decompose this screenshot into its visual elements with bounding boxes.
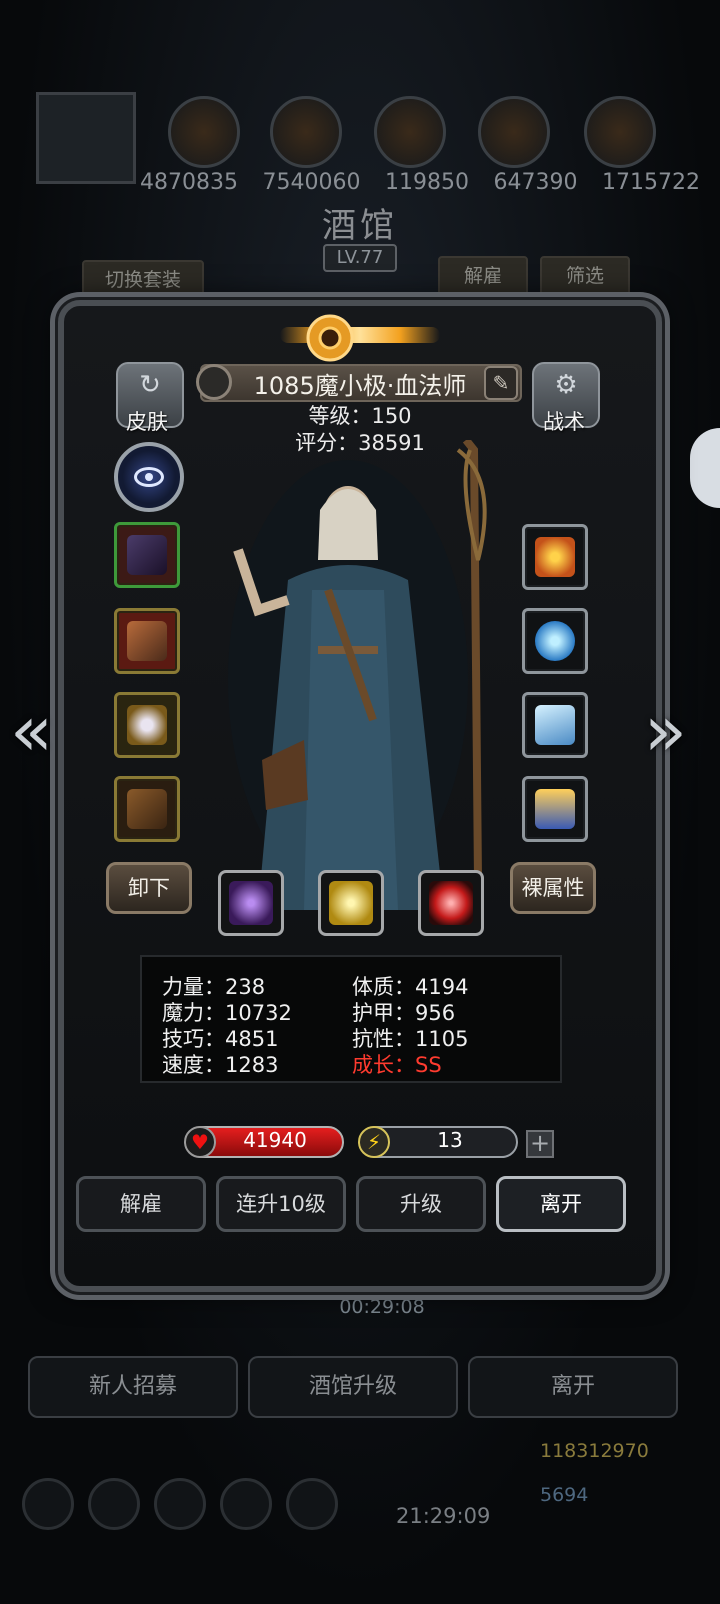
purple-gem-icon	[229, 881, 273, 925]
bg-leave-button[interactable]: 离开	[468, 1356, 678, 1418]
armor-icon	[127, 621, 167, 661]
equip-slot-shard[interactable]	[522, 692, 588, 758]
belt-icon	[127, 789, 167, 829]
crystal-orb-icon	[535, 621, 575, 661]
resource-icon	[168, 96, 240, 168]
staff-icon	[127, 535, 167, 575]
shirt-icon: ↻	[139, 370, 161, 400]
rank-medal-icon	[196, 364, 232, 400]
lantern-icon	[535, 789, 575, 829]
ice-shard-icon	[535, 705, 575, 745]
equip-slot-belt[interactable]	[114, 776, 180, 842]
resource-icon	[374, 96, 446, 168]
unequip-button[interactable]: 卸下	[106, 862, 192, 914]
dismiss-button[interactable]: 解雇	[76, 1176, 206, 1232]
energy-value: 13	[437, 1128, 463, 1152]
add-energy-button[interactable]: +	[526, 1130, 554, 1158]
bare-stats-button[interactable]: 裸属性	[510, 862, 596, 914]
equip-slot-staff[interactable]	[114, 522, 180, 588]
class-skill-eye-icon[interactable]	[114, 442, 184, 512]
previous-hero-arrow-icon[interactable]: «	[10, 690, 53, 772]
player-avatar	[36, 92, 136, 184]
equip-slot-orb[interactable]	[522, 608, 588, 674]
gear-icon: ⚙	[554, 370, 578, 400]
sun-emblem-icon	[306, 314, 354, 362]
amulet-icon	[127, 705, 167, 745]
resource-icon	[270, 96, 342, 168]
dock-icon[interactable]	[220, 1478, 272, 1530]
resource-icon	[584, 96, 656, 168]
hero-level: 等级：150	[308, 404, 412, 428]
hero-name: 1085魔小极·血法师	[253, 372, 467, 400]
equip-slot-amulet[interactable]	[114, 692, 180, 758]
clock: 21:29:09	[396, 1504, 491, 1528]
hero-portrait	[228, 440, 487, 910]
dock-icon[interactable]	[154, 1478, 206, 1530]
dock-icon[interactable]	[286, 1478, 338, 1530]
gem-slot-3[interactable]	[418, 870, 484, 936]
resource-values: 4870835 7540060 119850 647390 1715722	[140, 170, 700, 195]
rename-edit-icon[interactable]: ✎	[484, 366, 518, 400]
resource-icon	[478, 96, 550, 168]
tavern-level: LV.77	[323, 244, 397, 272]
dock-icon[interactable]	[88, 1478, 140, 1530]
leave-button[interactable]: 离开	[496, 1176, 626, 1232]
filter-button[interactable]: 筛选	[540, 256, 630, 296]
stat-speed: 速度：1283	[162, 1053, 279, 1077]
bg-dismiss-button[interactable]: 解雇	[438, 256, 528, 296]
stat-growth: 成长：SS	[352, 1053, 442, 1077]
gem-slot-1[interactable]	[218, 870, 284, 936]
gem-amount: 5694	[540, 1484, 589, 1506]
gem-slot-2[interactable]	[318, 870, 384, 936]
equip-slot-relic[interactable]	[522, 524, 588, 590]
next-hero-arrow-icon[interactable]: »	[644, 690, 687, 772]
red-gem-icon	[429, 881, 473, 925]
recruit-button[interactable]: 新人招募	[28, 1356, 238, 1418]
tavern-upgrade-button[interactable]: 酒馆升级	[248, 1356, 458, 1418]
gold-amount: 118312970	[540, 1440, 649, 1462]
switch-outfit-button[interactable]: 切换套装	[82, 260, 204, 300]
gold-gem-icon	[329, 881, 373, 925]
equip-slot-armor[interactable]	[114, 608, 180, 674]
level-up-button[interactable]: 升级	[356, 1176, 486, 1232]
fire-relic-icon	[535, 537, 575, 577]
tavern-timer: 00:29:08	[339, 1296, 425, 1318]
level-up-10-button[interactable]: 连升10级	[216, 1176, 346, 1232]
tavern-title: 酒馆	[322, 206, 398, 246]
dock-icon[interactable]	[22, 1478, 74, 1530]
equip-slot-lantern[interactable]	[522, 776, 588, 842]
hp-value: 41940	[243, 1128, 307, 1152]
